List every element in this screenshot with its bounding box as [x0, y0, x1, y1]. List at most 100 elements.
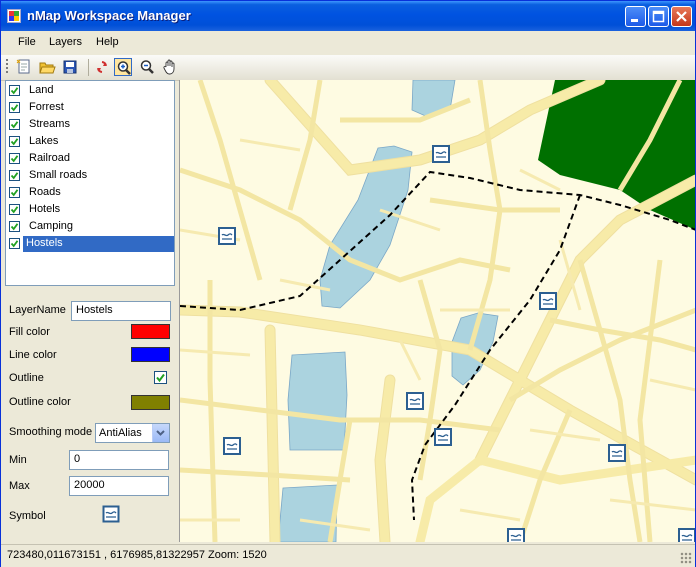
layer-checkbox[interactable] — [9, 238, 20, 249]
layer-name-input[interactable]: Hostels — [71, 301, 171, 321]
status-bar: 723480,011673151 , 6176985,81322957 Zoom… — [1, 544, 695, 567]
hostel-marker — [678, 528, 695, 542]
fill-color-swatch[interactable] — [131, 324, 170, 339]
layer-checkbox[interactable] — [9, 153, 20, 164]
smoothing-mode-select[interactable]: AntiAlias — [95, 423, 170, 443]
chevron-down-icon — [156, 430, 165, 436]
layer-item-roads[interactable]: Roads — [8, 185, 174, 201]
smoothing-mode-label: Smoothing mode — [9, 426, 93, 438]
layer-item-hostels[interactable]: Hostels — [8, 236, 174, 252]
fill-color-label: Fill color — [9, 326, 50, 338]
layer-item-hotels[interactable]: Hotels — [8, 202, 174, 218]
layer-label: Streams — [29, 118, 70, 130]
lake-south — [277, 484, 338, 542]
zoom-in-button[interactable] — [114, 58, 132, 76]
outline-color-label: Outline color — [9, 396, 71, 408]
checkmark-icon — [10, 121, 19, 129]
max-label: Max — [9, 480, 30, 492]
layer-checkbox[interactable] — [9, 119, 20, 130]
toolbar-separator — [88, 59, 89, 76]
checkmark-icon — [10, 155, 19, 163]
max-input[interactable]: 20000 — [69, 476, 169, 496]
outline-color-swatch[interactable] — [131, 395, 170, 410]
map-canvas[interactable] — [180, 80, 695, 542]
map-view[interactable] — [179, 80, 695, 542]
layer-item-streams[interactable]: Streams — [8, 117, 174, 133]
layer-checkbox[interactable] — [9, 204, 20, 215]
close-button[interactable] — [671, 6, 692, 27]
checkmark-icon — [10, 104, 19, 112]
layer-item-land[interactable]: Land — [8, 83, 174, 99]
minimize-icon — [631, 19, 638, 22]
toolbar-grip[interactable] — [6, 59, 8, 75]
layer-label: Camping — [29, 220, 74, 232]
layer-checkbox[interactable] — [9, 221, 20, 232]
toolbar — [1, 55, 695, 81]
checkmark-icon — [10, 189, 19, 197]
hostel-symbol-icon — [102, 505, 120, 523]
zoom-out-icon — [140, 60, 154, 74]
save-button[interactable] — [61, 58, 79, 76]
layer-label: Hostels — [23, 236, 174, 252]
checkmark-icon — [10, 223, 19, 231]
layer-checkbox[interactable] — [9, 187, 20, 198]
app-window: nMap Workspace Manager File Layers Help — [0, 0, 696, 567]
line-color-swatch[interactable] — [131, 347, 170, 362]
layer-item-lakes[interactable]: Lakes — [8, 134, 174, 150]
layer-item-camping[interactable]: Camping — [8, 219, 174, 235]
layer-item-forrest[interactable]: Forrest — [8, 100, 174, 116]
save-icon — [63, 60, 77, 74]
layer-checkbox[interactable] — [9, 136, 20, 147]
hostel-marker — [434, 428, 452, 446]
menu-help[interactable]: Help — [96, 36, 119, 48]
layer-item-railroad[interactable]: Railroad — [8, 151, 174, 167]
title-bar[interactable]: nMap Workspace Manager — [1, 1, 695, 31]
pan-button[interactable] — [161, 58, 179, 76]
resize-grip[interactable] — [680, 552, 692, 564]
new-button[interactable] — [15, 58, 33, 76]
menu-layers[interactable]: Layers — [49, 36, 82, 48]
layer-checkbox[interactable] — [9, 85, 20, 96]
hostel-marker — [218, 227, 236, 245]
refresh-icon — [97, 61, 107, 73]
layer-checkbox[interactable] — [9, 170, 20, 181]
symbol-label: Symbol — [9, 510, 46, 522]
maximize-icon — [652, 10, 665, 23]
pan-hand-icon — [163, 59, 175, 75]
checkmark-icon — [10, 206, 19, 214]
min-label: Min — [9, 454, 27, 466]
hostel-marker — [406, 392, 424, 410]
hostel-marker — [539, 292, 557, 310]
layer-item-small-roads[interactable]: Small roads — [8, 168, 174, 184]
window-title: nMap Workspace Manager — [27, 8, 191, 23]
zoom-in-icon — [117, 61, 131, 75]
layer-checkbox[interactable] — [9, 102, 20, 113]
hostel-marker — [223, 437, 241, 455]
line-color-label: Line color — [9, 349, 57, 361]
app-icon — [7, 9, 21, 23]
checkmark-icon — [10, 138, 19, 146]
minimize-button[interactable] — [625, 6, 646, 27]
refresh-button[interactable] — [93, 58, 111, 76]
maximize-button[interactable] — [648, 6, 669, 27]
status-coordinates: 723480,011673151 , 6176985,81322957 Zoom… — [7, 549, 267, 561]
open-button[interactable] — [38, 58, 56, 76]
menu-bar: File Layers Help — [1, 31, 695, 55]
layer-list[interactable]: Land Forrest Streams Lakes Railroad Smal… — [5, 80, 175, 286]
min-input[interactable]: 0 — [69, 450, 169, 470]
layer-label: Hotels — [29, 203, 61, 215]
hostel-marker — [507, 528, 525, 542]
checkmark-icon — [156, 373, 165, 383]
dropdown-arrow-button[interactable] — [152, 424, 169, 442]
hostel-marker — [608, 444, 626, 462]
lake-southwest — [287, 351, 348, 451]
zoom-out-button[interactable] — [138, 58, 156, 76]
checkmark-icon — [10, 87, 19, 95]
outline-label: Outline — [9, 372, 44, 384]
outline-checkbox[interactable] — [154, 371, 167, 384]
layer-name-label: LayerName — [9, 304, 66, 316]
smoothing-mode-value: AntiAlias — [99, 427, 142, 439]
symbol-button[interactable] — [102, 505, 120, 523]
menu-file[interactable]: File — [18, 36, 36, 48]
close-icon — [676, 11, 687, 22]
